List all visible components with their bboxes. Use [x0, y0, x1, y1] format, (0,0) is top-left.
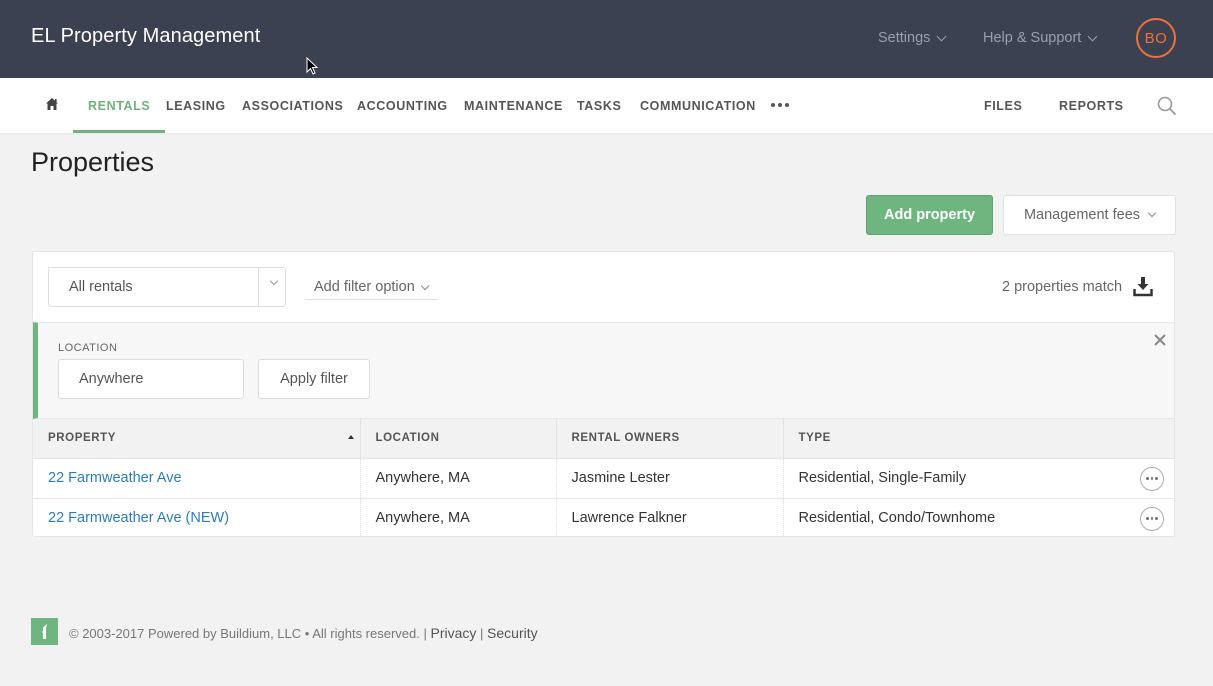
nav-tab-reports[interactable]: REPORTS [1059, 78, 1124, 133]
close-icon[interactable] [1153, 333, 1167, 347]
rentals-select-value: All rentals [69, 279, 133, 295]
privacy-link[interactable]: Privacy [430, 625, 476, 641]
more-horizontal-icon[interactable] [771, 103, 789, 107]
mouse-cursor-icon [306, 57, 318, 75]
download-icon[interactable] [1133, 276, 1153, 298]
settings-menu[interactable]: Settings [878, 30, 947, 46]
rentals-select[interactable]: All rentals [48, 267, 286, 307]
copyright-text: © 2003-2017 Powered by Buildium, LLC • A… [69, 626, 427, 641]
footer-text: © 2003-2017 Powered by Buildium, LLC • A… [69, 625, 538, 641]
select-divider [258, 268, 259, 306]
row-actions-icon[interactable] [1140, 466, 1164, 491]
nav-tab-tasks[interactable]: TASKS [577, 78, 621, 133]
add-filter-option-dropdown[interactable]: Add filter option [305, 272, 437, 300]
table-row: 22 Farmweather Ave (NEW) Anywhere, MA La… [33, 498, 1174, 536]
management-fees-button[interactable]: Management fees [1003, 195, 1176, 235]
page-title: Properties [31, 147, 155, 177]
properties-card: All rentals Add filter option 2 properti… [32, 251, 1175, 537]
column-header-property[interactable]: PROPERTY [33, 419, 361, 459]
sort-ascending-icon [347, 435, 354, 439]
location-cell: Anywhere, MA [360, 458, 557, 499]
nav-tab-files[interactable]: FILES [984, 78, 1022, 133]
type-cell: Residential, Condo/Townhome [783, 498, 1174, 536]
search-icon[interactable] [1157, 96, 1177, 116]
location-filter-label: LOCATION [58, 342, 118, 354]
top-bar: EL Property Management Settings Help & S… [0, 0, 1213, 78]
management-fees-label: Management fees [1023, 207, 1141, 223]
help-support-label: Help & Support [983, 30, 1082, 46]
chevron-down-icon [269, 276, 279, 286]
column-header-rental-owners[interactable]: RENTAL OWNERS [556, 419, 784, 459]
type-cell: Residential, Single-Family [783, 458, 1174, 499]
help-support-menu[interactable]: Help & Support [983, 30, 1098, 46]
properties-table: PROPERTY LOCATION RENTAL OWNERS TYPE 22 … [33, 419, 1174, 536]
settings-label: Settings [878, 30, 931, 46]
nav-tab-rentals[interactable]: RENTALS [72, 78, 166, 133]
add-filter-label: Add filter option [314, 279, 415, 295]
apply-filter-button[interactable]: Apply filter [258, 359, 370, 399]
footer-separator: | [480, 626, 484, 641]
location-input[interactable] [58, 359, 244, 399]
chevron-down-icon [1087, 31, 1098, 41]
column-header-type[interactable]: TYPE [783, 419, 1174, 459]
row-actions-icon[interactable] [1140, 506, 1164, 531]
user-avatar[interactable]: BO [1136, 18, 1176, 58]
rental-owners-cell: Jasmine Lester [556, 458, 784, 499]
buildium-logo-icon [31, 618, 58, 645]
location-cell: Anywhere, MA [360, 498, 557, 536]
table-header-row: PROPERTY LOCATION RENTAL OWNERS TYPE [33, 419, 1174, 459]
main-nav: RENTALS LEASING ASSOCIATIONS ACCOUNTING … [0, 78, 1213, 133]
chevron-down-icon [936, 31, 947, 41]
column-header-location[interactable]: LOCATION [360, 419, 557, 459]
location-filter-panel: LOCATION Apply filter [33, 322, 1174, 419]
security-link[interactable]: Security [487, 625, 538, 641]
add-property-button[interactable]: Add property [866, 195, 993, 235]
nav-tab-leasing[interactable]: LEASING [166, 78, 226, 133]
match-count: 2 properties match [1002, 279, 1123, 295]
nav-tab-communication[interactable]: COMMUNICATION [640, 78, 756, 133]
chevron-down-icon [1147, 208, 1157, 218]
app-title: EL Property Management [31, 25, 261, 47]
chevron-down-icon [420, 281, 430, 291]
rental-owners-cell: Lawrence Falkner [556, 498, 784, 536]
home-icon[interactable] [45, 97, 59, 111]
nav-tab-associations[interactable]: ASSOCIATIONS [242, 78, 343, 133]
nav-tab-accounting[interactable]: ACCOUNTING [357, 78, 448, 133]
nav-tab-maintenance[interactable]: MAINTENANCE [464, 78, 563, 133]
table-row: 22 Farmweather Ave Anywhere, MA Jasmine … [33, 458, 1174, 499]
property-link[interactable]: 22 Farmweather Ave [48, 470, 182, 486]
property-link[interactable]: 22 Farmweather Ave (NEW) [48, 510, 229, 526]
